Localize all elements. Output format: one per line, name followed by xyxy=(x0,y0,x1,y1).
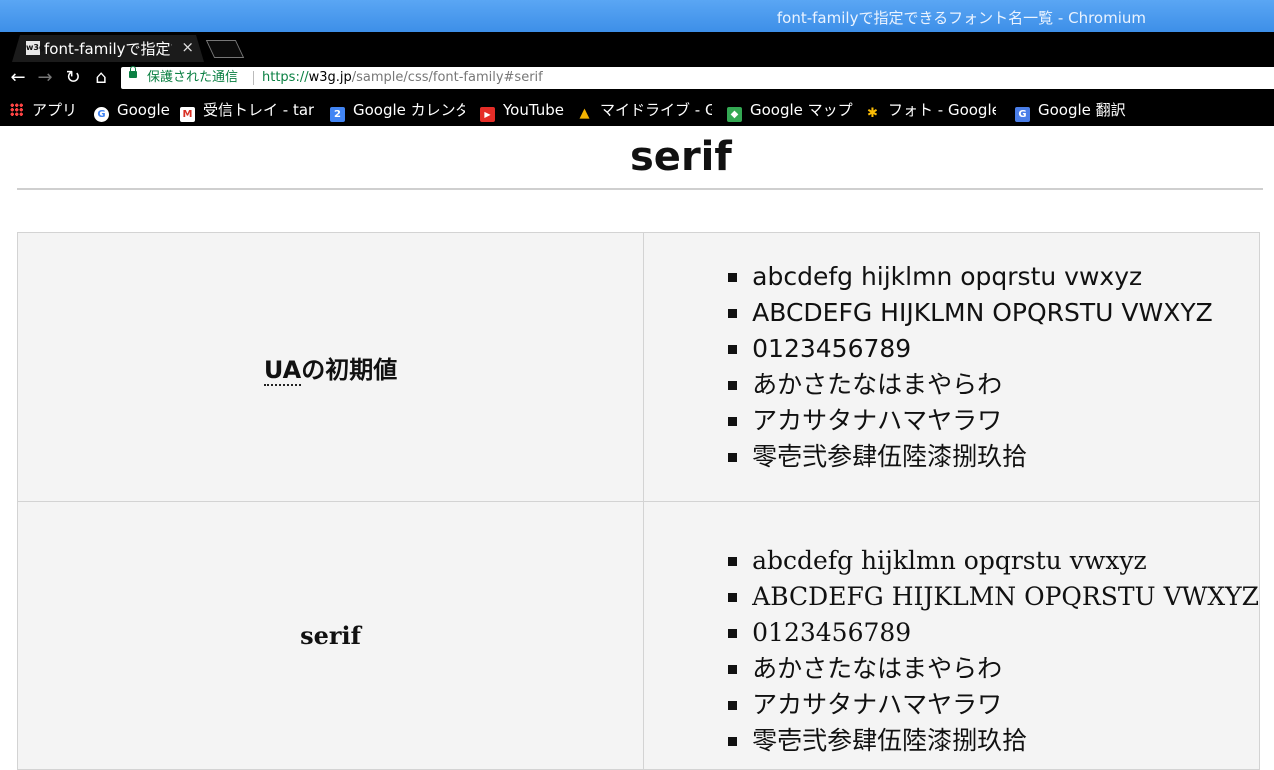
url-path: /sample/css/font-family#serif xyxy=(351,70,543,85)
youtube-icon: ▶ xyxy=(480,107,495,122)
url-scheme: https:// xyxy=(262,70,309,85)
tab-active[interactable]: w3g font-familyで指定できるフォント名一覧 × xyxy=(12,35,204,62)
security-label: 保護された通信 xyxy=(147,70,239,85)
list-item: 零壱弐参肆伍陸漆捌玖拾 xyxy=(728,723,1259,759)
calendar-icon: 2 xyxy=(330,107,345,122)
sample-cell: abcdefg hijklmn opqrstu vwxyz ABCDEFG HI… xyxy=(643,501,1260,770)
list-item: ABCDEFG HIJKLMN OPQRSTU VWXYZ xyxy=(728,295,1259,331)
lock-icon xyxy=(129,66,137,78)
list-item: アカサタナハマヤラワ xyxy=(728,687,1259,723)
url-text[interactable]: https://w3g.jp/sample/css/font-family#se… xyxy=(262,67,543,89)
list-item: 0123456789 xyxy=(728,615,1259,651)
sample-list: abcdefg hijklmn opqrstu vwxyz ABCDEFG HI… xyxy=(644,513,1259,759)
bookmark-calendar[interactable]: 2 Google カレンダ xyxy=(330,101,465,122)
tab-close-icon[interactable]: × xyxy=(181,38,194,56)
site-favicon-icon: w3g xyxy=(26,41,40,55)
photos-icon: ✱ xyxy=(867,106,878,121)
section-heading: serif xyxy=(630,134,732,180)
sample-list: abcdefg hijklmn opqrstu vwxyz ABCDEFG HI… xyxy=(644,259,1259,475)
bookmark-google[interactable]: G Google xyxy=(94,101,170,122)
url-host: w3g.jp xyxy=(308,70,352,85)
heading-divider xyxy=(17,188,1263,190)
translate-icon: G xyxy=(1015,107,1030,122)
bookmark-label: Google カレンダ xyxy=(353,101,465,119)
bookmark-gmail[interactable]: M 受信トレイ - tar xyxy=(180,101,315,122)
list-item: abcdefg hijklmn opqrstu vwxyz xyxy=(728,543,1259,579)
bookmark-apps[interactable]: アプリ xyxy=(10,101,77,119)
window-title: font-familyで指定できるフォント名一覧 - Chromium xyxy=(776,9,1146,27)
font-sample-table: UAの初期値 abcdefg hijklmn opqrstu vwxyz ABC… xyxy=(16,232,1260,770)
bookmark-label: Google マップ xyxy=(750,101,853,119)
gmail-icon: M xyxy=(180,107,195,122)
bookmark-label: YouTube xyxy=(503,101,564,119)
browser-toolbar: ← → ↻ ⌂ 保護された通信 https://w3g.jp/sample/cs… xyxy=(0,62,1274,94)
bookmark-label: フォト - Google xyxy=(888,101,996,119)
list-item: あかさたなはまやらわ xyxy=(728,367,1259,403)
tab-strip: w3g font-familyで指定できるフォント名一覧 × xyxy=(0,32,1274,62)
bookmark-label: Google 翻訳 xyxy=(1038,101,1126,119)
sample-cell: abcdefg hijklmn opqrstu vwxyz ABCDEFG HI… xyxy=(643,232,1260,502)
tab-title: font-familyで指定できるフォント名一覧 xyxy=(44,40,171,58)
bookmark-translate[interactable]: G Google 翻訳 xyxy=(1015,101,1126,122)
bookmark-drive[interactable]: ▲ マイドライブ - G xyxy=(577,101,713,121)
maps-icon: ◆ xyxy=(727,107,742,122)
home-icon[interactable]: ⌂ xyxy=(91,68,111,88)
list-item: アカサタナハマヤラワ xyxy=(728,403,1259,439)
new-tab-button[interactable] xyxy=(205,40,245,58)
row-label-cell: UAの初期値 xyxy=(16,232,645,502)
list-item: 零壱弐参肆伍陸漆捌玖拾 xyxy=(728,439,1259,475)
list-item: 0123456789 xyxy=(728,331,1259,367)
address-separator xyxy=(253,71,254,85)
bookmark-label: Google xyxy=(117,101,170,119)
bookmark-photos[interactable]: ✱ フォト - Google xyxy=(865,101,996,121)
row-label-cell: serif xyxy=(16,501,645,770)
bookmark-label: アプリ xyxy=(32,101,78,119)
list-item: あかさたなはまやらわ xyxy=(728,651,1259,687)
bookmark-youtube[interactable]: ▶ YouTube xyxy=(480,101,564,122)
table-row: UAの初期値 abcdefg hijklmn opqrstu vwxyz ABC… xyxy=(16,232,1260,502)
back-arrow-icon[interactable]: ← xyxy=(8,68,28,88)
row-label-text: の初期値 xyxy=(301,355,398,384)
page-content: serif UAの初期値 abcdefg hijklmn opqrstu vwx… xyxy=(0,126,1274,770)
address-bar[interactable]: 保護された通信 https://w3g.jp/sample/css/font-f… xyxy=(121,66,1274,89)
forward-arrow-icon[interactable]: → xyxy=(35,68,55,88)
google-icon: G xyxy=(94,107,109,122)
table-row: serif abcdefg hijklmn opqrstu vwxyz ABCD… xyxy=(16,501,1260,770)
list-item: abcdefg hijklmn opqrstu vwxyz xyxy=(728,259,1259,295)
window-title-bar: font-familyで指定できるフォント名一覧 - Chromium xyxy=(0,0,1274,32)
bookmark-label: 受信トレイ - tar xyxy=(203,101,315,119)
ua-abbreviation: UA xyxy=(263,355,302,386)
drive-icon: ▲ xyxy=(579,106,590,121)
list-item: ABCDEFG HIJKLMN OPQRSTU VWXYZ xyxy=(728,579,1259,615)
apps-grid-icon xyxy=(10,103,23,116)
bookmarks-bar: アプリ G Google M 受信トレイ - tar 2 Google カレンダ ▶ Y… xyxy=(0,94,1274,126)
reload-icon[interactable]: ↻ xyxy=(63,68,83,88)
bookmark-maps[interactable]: ◆ Google マップ xyxy=(727,101,853,122)
bookmark-label: マイドライブ - G xyxy=(600,101,712,119)
